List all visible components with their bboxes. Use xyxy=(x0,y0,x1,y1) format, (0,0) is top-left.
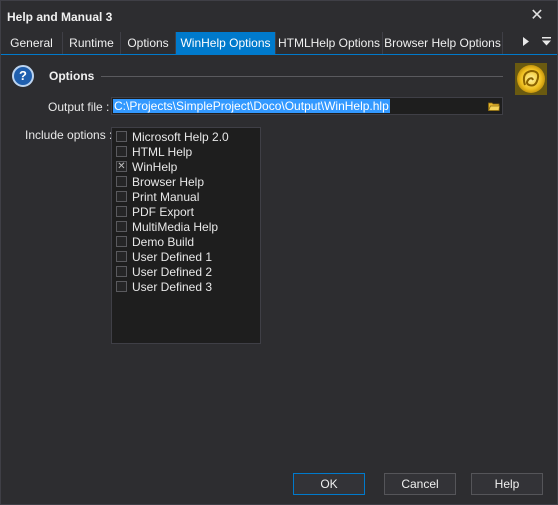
tab-htmlhelp-options[interactable]: HTMLHelp Options xyxy=(276,32,383,54)
dropdown-menu-icon[interactable] xyxy=(537,32,555,54)
list-item[interactable]: Browser Help xyxy=(115,175,259,190)
list-item[interactable]: MultiMedia Help xyxy=(115,220,259,235)
checkbox[interactable] xyxy=(116,281,127,292)
list-item[interactable]: HTML Help xyxy=(115,145,259,160)
folder-icon[interactable] xyxy=(487,100,500,112)
checkbox[interactable] xyxy=(116,221,127,232)
list-item[interactable]: User Defined 3 xyxy=(115,280,259,295)
title-bar: Help and Manual 3 ✕ xyxy=(1,1,557,31)
list-item[interactable]: Print Manual xyxy=(115,190,259,205)
section-divider xyxy=(101,76,503,77)
cancel-button[interactable]: Cancel xyxy=(384,473,456,495)
tab-options[interactable]: Options xyxy=(121,32,176,54)
ok-button[interactable]: OK xyxy=(293,473,365,495)
checkbox[interactable] xyxy=(116,146,127,157)
checkbox[interactable] xyxy=(116,191,127,202)
section-title: Options xyxy=(49,69,95,83)
include-options-label: Include options : xyxy=(25,128,113,142)
list-item[interactable]: Demo Build xyxy=(115,235,259,250)
help-button[interactable]: Help xyxy=(471,473,543,495)
tab-general[interactable]: General xyxy=(1,32,63,54)
tab-runtime[interactable]: Runtime xyxy=(63,32,121,54)
checkbox-checked[interactable]: ✕ xyxy=(116,161,127,172)
output-file-value: C:\Projects\SimpleProject\Doco\Output\Wi… xyxy=(113,99,390,113)
dialog-window: Help and Manual 3 ✕ General Runtime Opti… xyxy=(0,0,558,505)
list-item[interactable]: User Defined 1 xyxy=(115,250,259,265)
checkbox[interactable] xyxy=(116,251,127,262)
checkbox[interactable] xyxy=(116,266,127,277)
checkbox[interactable] xyxy=(116,176,127,187)
list-item[interactable]: PDF Export xyxy=(115,205,259,220)
tab-browser-help-options[interactable]: Browser Help Options xyxy=(383,32,503,54)
close-icon[interactable]: ✕ xyxy=(527,6,547,26)
checkbox[interactable] xyxy=(116,236,127,247)
tab-strip: General Runtime Options WinHelp Options … xyxy=(1,32,557,55)
include-options-list[interactable]: Microsoft Help 2.0 HTML Help ✕ WinHelp Br… xyxy=(111,127,261,344)
app-logo-icon xyxy=(515,63,547,95)
window-title: Help and Manual 3 xyxy=(7,10,113,24)
triangle-right-icon[interactable] xyxy=(517,32,535,54)
output-file-label: Output file : xyxy=(48,100,110,114)
output-file-field[interactable]: C:\Projects\SimpleProject\Doco\Output\Wi… xyxy=(111,97,503,115)
list-item[interactable]: User Defined 2 xyxy=(115,265,259,280)
list-item[interactable]: ✕ WinHelp xyxy=(115,160,259,175)
checkbox[interactable] xyxy=(116,206,127,217)
tab-winhelp-options[interactable]: WinHelp Options xyxy=(176,32,276,54)
list-item[interactable]: Microsoft Help 2.0 xyxy=(115,130,259,145)
checkbox[interactable] xyxy=(116,131,127,142)
help-circle-icon: ? xyxy=(12,65,34,87)
